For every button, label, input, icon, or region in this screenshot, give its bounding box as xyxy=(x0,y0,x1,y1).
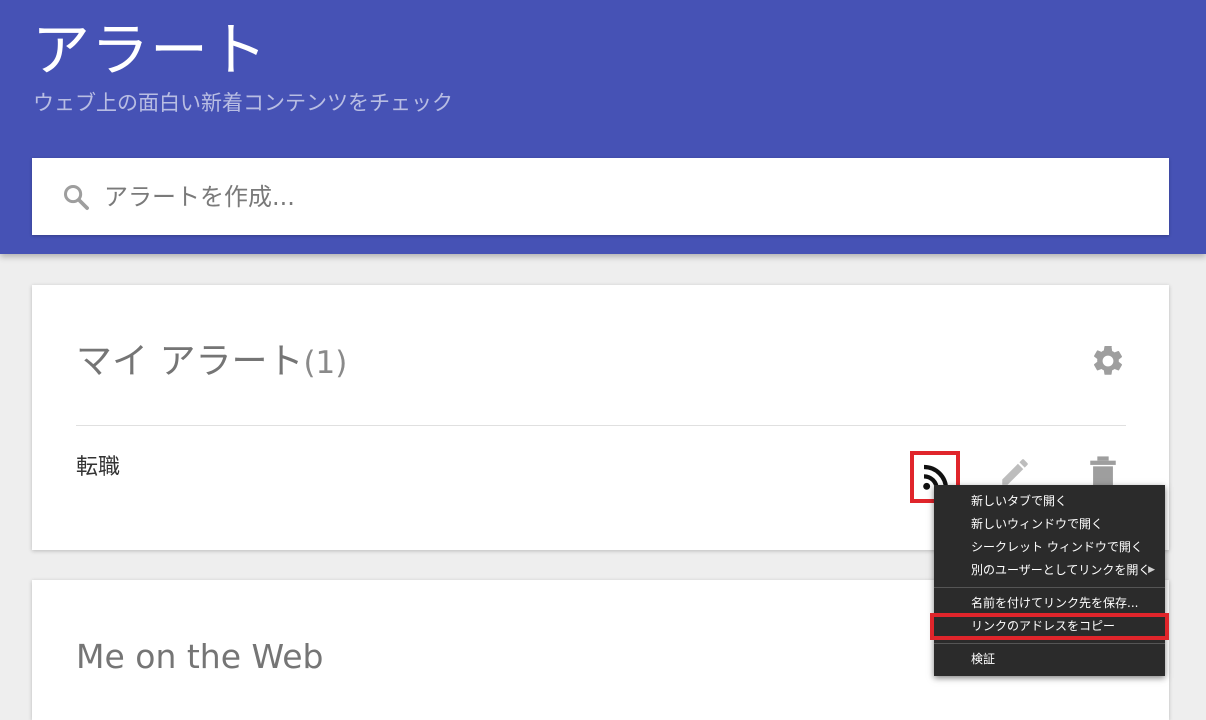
search-box[interactable] xyxy=(32,158,1169,235)
context-menu: 新しいタブで開く 新しいウィンドウで開く シークレット ウィンドウで開く 別のユ… xyxy=(930,485,1169,676)
divider xyxy=(76,425,1126,426)
menu-item-label: 名前を付けてリンク先を保存... xyxy=(971,596,1139,610)
my-alerts-title-text: マイ アラート xyxy=(76,341,304,382)
menu-item-open-new-tab[interactable]: 新しいタブで開く xyxy=(934,490,1165,513)
menu-item-open-new-window[interactable]: 新しいウィンドウで開く xyxy=(934,513,1165,536)
chevron-right-icon: ▶ xyxy=(1148,565,1155,575)
trash-icon[interactable] xyxy=(1088,455,1118,489)
alert-item-label: 転職 xyxy=(76,455,121,480)
menu-item-label: 別のユーザーとしてリンクを開く xyxy=(971,563,1151,577)
menu-separator xyxy=(934,587,1165,588)
menu-item-label: リンクのアドレスをコピー xyxy=(971,619,1116,633)
my-alerts-title: マイ アラート(1) xyxy=(76,337,347,388)
me-on-the-web-title: Me on the Web xyxy=(76,637,324,676)
menu-item-save-link-as[interactable]: 名前を付けてリンク先を保存... xyxy=(934,592,1165,615)
menu-item-label: シークレット ウィンドウで開く xyxy=(971,540,1143,554)
create-alert-input[interactable] xyxy=(102,158,1142,235)
menu-item-open-incognito[interactable]: シークレット ウィンドウで開く xyxy=(934,536,1165,559)
menu-item-label: 新しいタブで開く xyxy=(971,494,1068,508)
menu-separator xyxy=(934,643,1165,644)
page-title: アラート xyxy=(32,16,269,84)
pencil-icon[interactable] xyxy=(998,455,1032,489)
my-alerts-count: (1) xyxy=(303,345,348,381)
menu-item-inspect[interactable]: 検証 xyxy=(934,648,1165,671)
menu-item-label: 検証 xyxy=(971,652,996,666)
menu-item-label: 新しいウィンドウで開く xyxy=(971,517,1104,531)
gear-icon[interactable] xyxy=(1090,343,1126,379)
page-subtitle: ウェブ上の面白い新着コンテンツをチェック xyxy=(33,91,453,115)
app-header: アラート ウェブ上の面白い新着コンテンツをチェック xyxy=(0,0,1206,254)
menu-item-open-as-user[interactable]: 別のユーザーとしてリンクを開く ▶ xyxy=(934,559,1165,582)
search-icon xyxy=(63,184,89,210)
menu-item-copy-link-address[interactable]: リンクのアドレスをコピー xyxy=(930,613,1169,640)
